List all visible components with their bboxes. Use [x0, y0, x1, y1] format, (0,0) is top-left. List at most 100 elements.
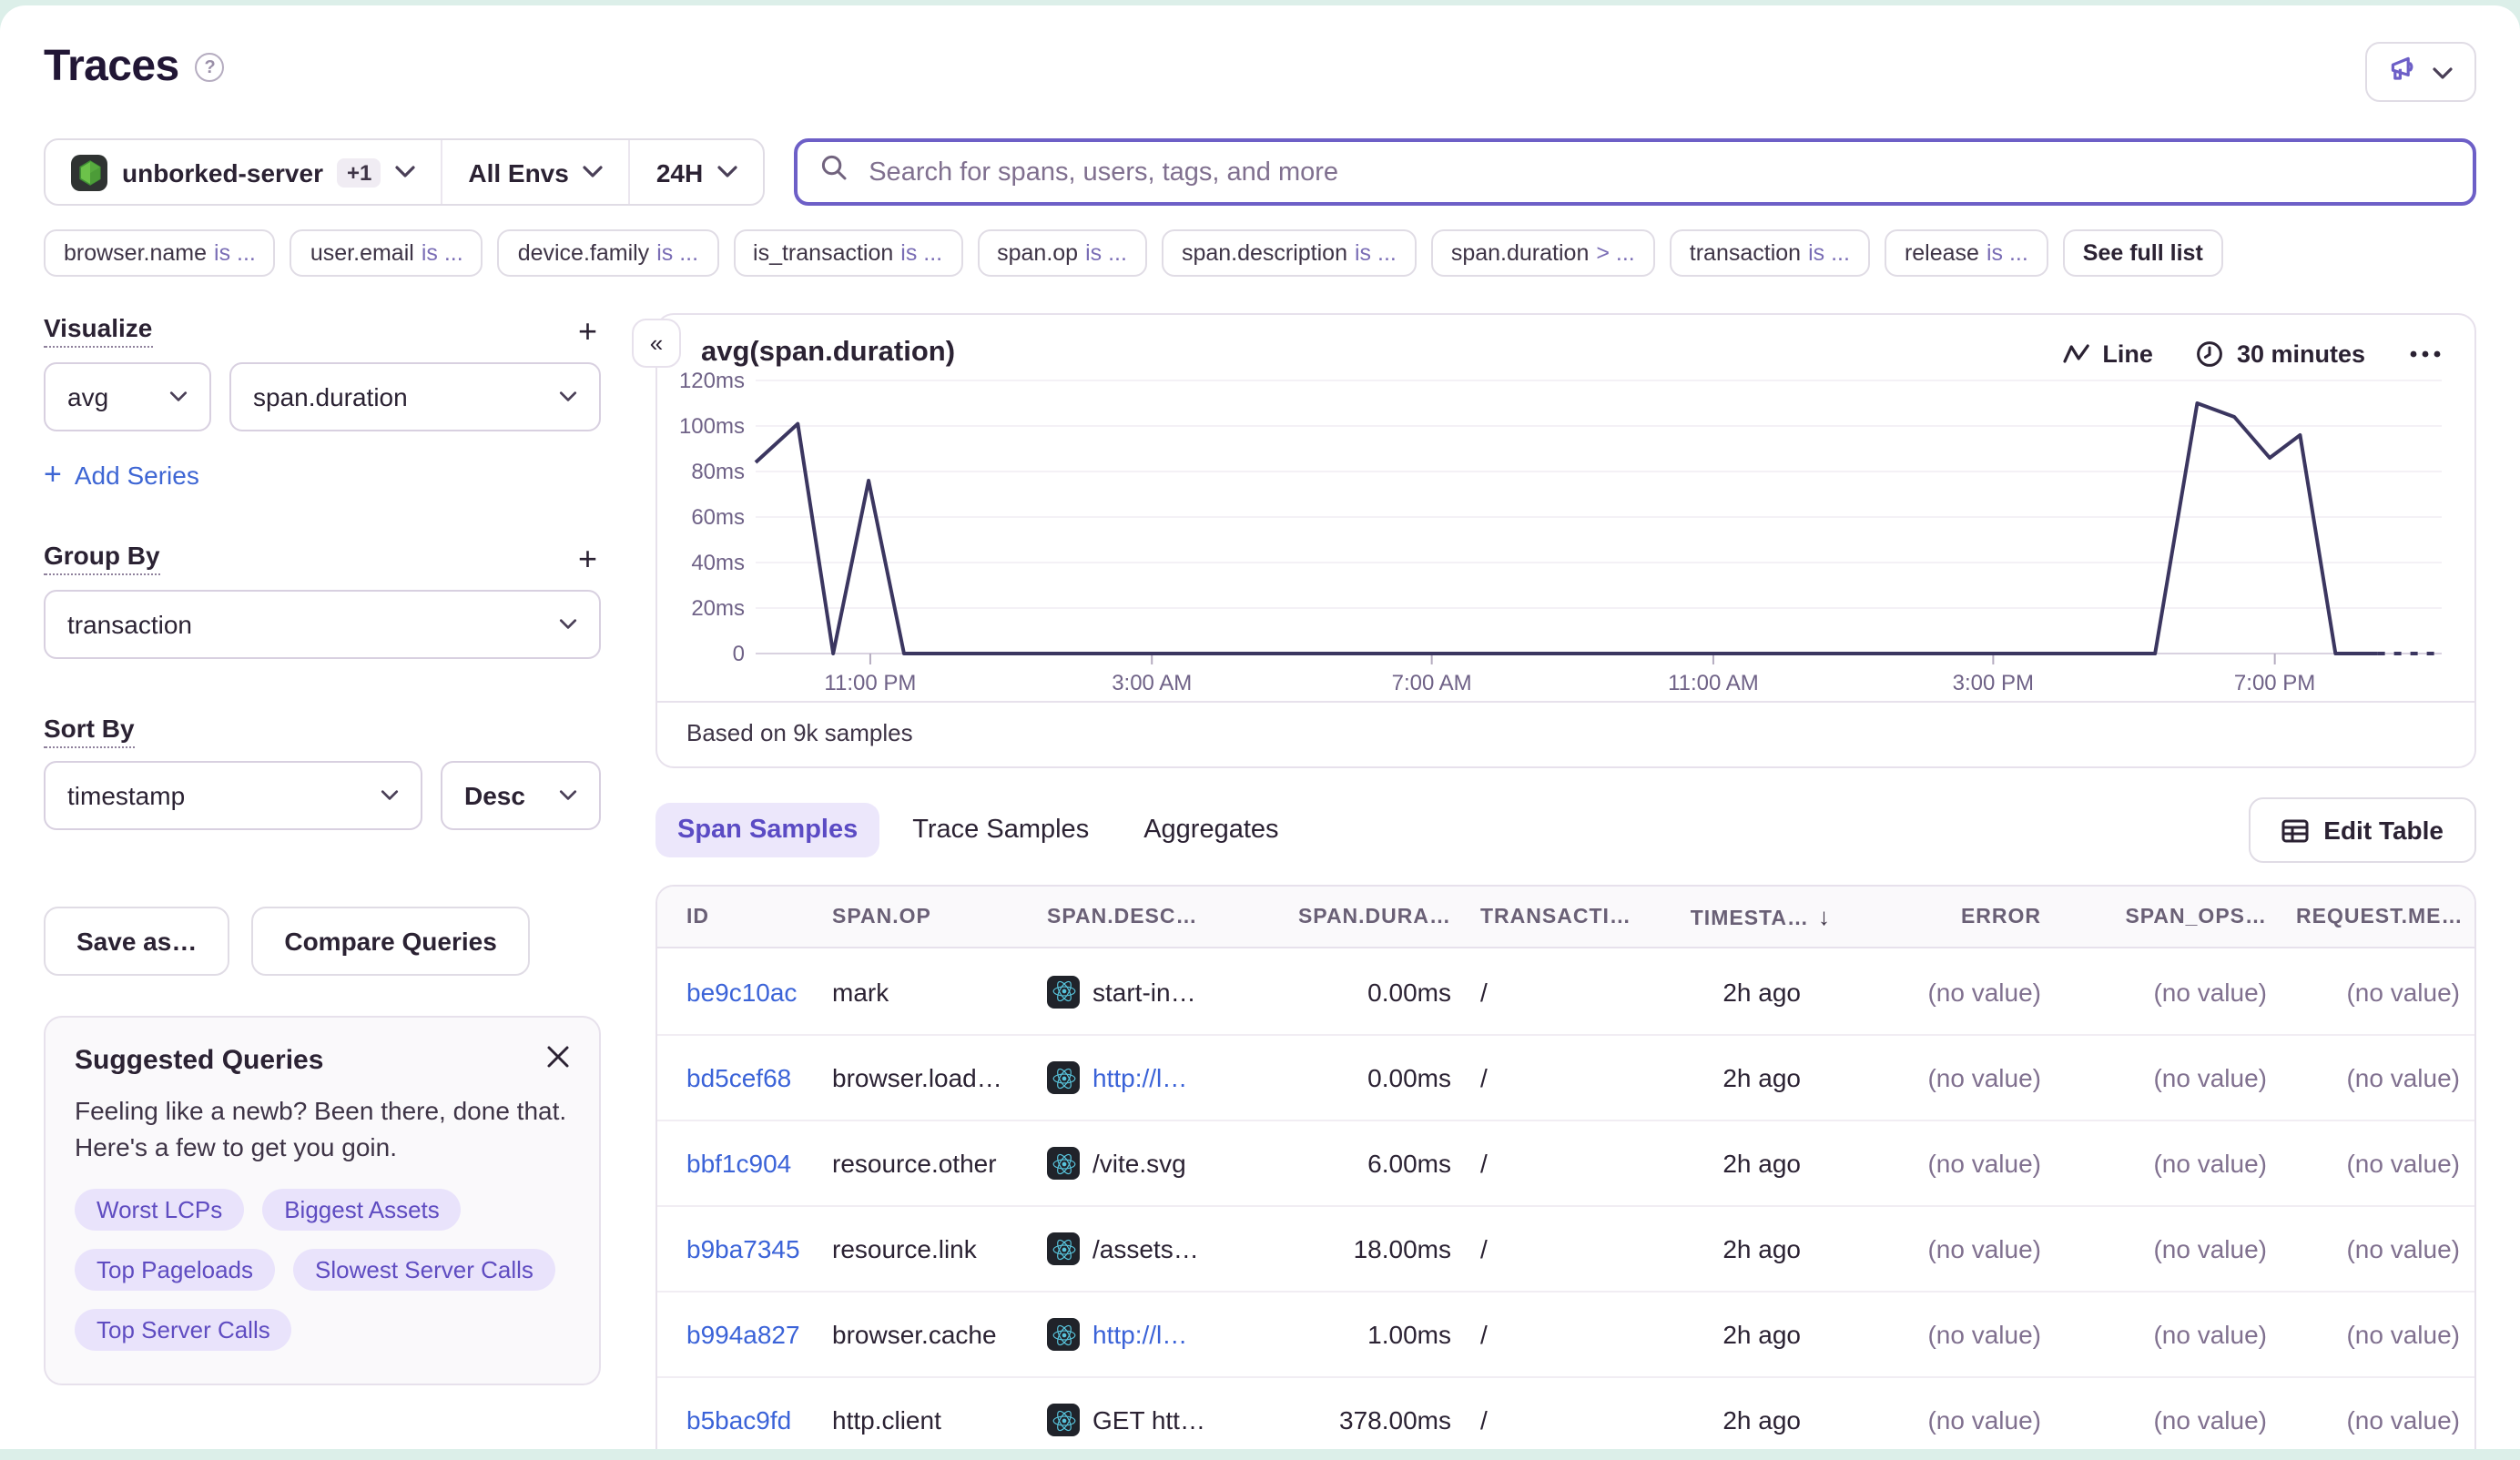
add-visualize-button[interactable]: + — [574, 314, 601, 347]
metric-select[interactable]: span.duration — [229, 362, 601, 431]
span-op-cell: resource.link — [832, 1234, 977, 1263]
help-icon[interactable]: ? — [195, 53, 225, 82]
request-method-cell: (no value) — [2346, 1320, 2460, 1349]
project-more-count: +1 — [337, 157, 381, 187]
x-axis-tick: 11:00 AM — [1668, 670, 1759, 695]
filter-chip-transaction[interactable]: transaction is ... — [1669, 229, 1870, 277]
span-description-cell[interactable]: http://l… — [1032, 1318, 1265, 1351]
span-description-cell: /vite.svg — [1032, 1147, 1265, 1180]
filter-chip-device.family[interactable]: device.family is ... — [497, 229, 719, 277]
table-body: be9c10ac mark start-in… 0.00ms / 2h ago (no va… — [657, 948, 2474, 1449]
column-header[interactable]: ERROR — [1844, 906, 2056, 928]
span-id-link[interactable]: bd5cef68 — [686, 1063, 791, 1092]
error-cell: (no value) — [1927, 1149, 2041, 1178]
see-full-list-button[interactable]: See full list — [2062, 229, 2223, 277]
span-duration-cell: 0.00ms — [1367, 977, 1451, 1006]
x-axis-tick: 3:00 PM — [1952, 670, 2035, 695]
filter-chip-user.email[interactable]: user.email is ... — [290, 229, 483, 277]
column-header[interactable]: SPAN.OP — [818, 906, 1032, 928]
table-row[interactable]: b994a827 browser.cache http://l… 1.00ms / 2h … — [657, 1291, 2474, 1376]
filter-chip-release[interactable]: release is ... — [1884, 229, 2048, 277]
column-header[interactable]: SPAN.DESC… — [1032, 906, 1265, 928]
edit-table-button[interactable]: Edit Table — [2249, 797, 2476, 863]
filter-chip-span.description[interactable]: span.description is ... — [1161, 229, 1417, 277]
chart-card: « avg(span.duration) Line 30 minutes 120… — [632, 313, 2476, 768]
chip-condition: > ... — [1596, 240, 1635, 266]
aggregate-select[interactable]: avg — [44, 362, 211, 431]
chevron-down-icon — [717, 166, 737, 177]
column-header[interactable]: TRANSACTI… — [1466, 906, 1641, 928]
project-selector[interactable]: unborked-server +1 — [46, 140, 441, 204]
sort-direction-select[interactable]: Desc — [441, 761, 601, 830]
chip-condition: is ... — [1355, 240, 1397, 266]
error-cell: (no value) — [1927, 1234, 2041, 1263]
environment-selector[interactable]: All Envs — [441, 140, 629, 204]
close-icon[interactable] — [546, 1045, 570, 1078]
x-axis-labels: 11:00 PM 3:00 AM 7:00 AM 11:00 AM 3:00 PM 7:0… — [756, 654, 2442, 701]
span-id-link[interactable]: be9c10ac — [686, 977, 797, 1006]
chevron-down-icon — [169, 391, 188, 401]
filter-chip-span.duration[interactable]: span.duration > ... — [1430, 229, 1655, 277]
results-tabs: Span Samples Trace Samples Aggregates — [655, 803, 1301, 857]
span-id-link[interactable]: b994a827 — [686, 1320, 800, 1349]
chip-field: span.description — [1181, 240, 1347, 266]
suggested-queries-body: Feeling like a newb? Been there, done th… — [75, 1096, 567, 1162]
table-row[interactable]: b5bac9fd http.client GET htt… 378.00ms / 2h a… — [657, 1376, 2474, 1449]
page-root: Traces ? unborked-server +1 All Envs 24H… — [0, 5, 2520, 1460]
save-as-button[interactable]: Save as… — [44, 907, 230, 976]
column-header[interactable]: REQUEST.ME… — [2281, 906, 2474, 928]
chart-more-menu[interactable] — [2409, 349, 2442, 358]
chart-type-toggle[interactable]: Line — [2062, 340, 2153, 367]
span-duration-cell: 0.00ms — [1367, 1063, 1451, 1092]
filter-chip-is_transaction[interactable]: is_transaction is ... — [733, 229, 963, 277]
table-row[interactable]: be9c10ac mark start-in… 0.00ms / 2h ago (no va… — [657, 948, 2474, 1034]
results-tabs-row: Span Samples Trace Samples Aggregates Edit… — [655, 797, 2476, 863]
tab-trace-samples[interactable]: Trace Samples — [890, 803, 1111, 857]
x-axis-tick: 7:00 PM — [2233, 670, 2316, 695]
span-description-cell[interactable]: http://l… — [1032, 1061, 1265, 1094]
compare-queries-button[interactable]: Compare Queries — [251, 907, 530, 976]
table-row[interactable]: bbf1c904 resource.other/vite.svg 6.00ms / 2h… — [657, 1120, 2474, 1205]
suggested-query-chip[interactable]: Top Server Calls — [75, 1308, 292, 1351]
chevron-down-icon — [395, 166, 415, 177]
span-ops-cell: (no value) — [2153, 1320, 2267, 1349]
collapse-sidebar-button[interactable]: « — [632, 319, 681, 368]
line-chart-plot[interactable]: 120ms 100ms 80ms 60ms 40ms 20ms 0 — [679, 368, 2442, 666]
column-header[interactable]: ID — [657, 906, 818, 928]
chart-interval-selector[interactable]: 30 minutes — [2197, 340, 2365, 367]
filter-chip-browser.name[interactable]: browser.name is ... — [44, 229, 276, 277]
chip-condition: is ... — [1986, 240, 2028, 266]
x-axis-tick: 7:00 AM — [1391, 670, 1472, 695]
suggested-query-chip[interactable]: Worst LCPs — [75, 1188, 245, 1231]
span-id-link[interactable]: b9ba7345 — [686, 1234, 800, 1263]
timestamp-cell: 2h ago — [1641, 1405, 1844, 1435]
sort-field-select[interactable]: timestamp — [44, 761, 422, 830]
filter-chip-span.op[interactable]: span.op is ... — [977, 229, 1147, 277]
suggested-queries-card: Suggested Queries Feeling like a newb? B… — [44, 1016, 601, 1385]
search-input[interactable] — [865, 156, 2451, 188]
span-id-link[interactable]: b5bac9fd — [686, 1405, 791, 1435]
add-group-by-button[interactable]: + — [574, 542, 601, 574]
column-header[interactable]: SPAN.DURA… — [1265, 906, 1466, 928]
chip-condition: is ... — [214, 240, 256, 266]
add-series-button[interactable]: + Add Series — [44, 457, 601, 493]
table-row[interactable]: b9ba7345 resource.link/assets… 18.00ms / 2h … — [657, 1205, 2474, 1291]
transaction-cell: / — [1480, 1063, 1488, 1092]
column-header[interactable]: TIMESTA… ↓ — [1641, 903, 1844, 930]
column-header[interactable]: SPAN_OPS… — [2056, 906, 2281, 928]
y-axis-tick: 120ms — [678, 368, 745, 393]
span-ops-cell: (no value) — [2153, 1405, 2267, 1435]
tab-span-samples[interactable]: Span Samples — [655, 803, 880, 857]
feedback-button[interactable] — [2365, 42, 2476, 102]
suggested-query-chip[interactable]: Top Pageloads — [75, 1248, 276, 1291]
group-by-select[interactable]: transaction — [44, 590, 601, 659]
tab-aggregates[interactable]: Aggregates — [1122, 803, 1300, 857]
chip-field: transaction — [1689, 240, 1802, 266]
table-row[interactable]: bd5cef68 browser.load… http://l… 0.00ms / 2h … — [657, 1034, 2474, 1120]
suggested-query-chip[interactable]: Biggest Assets — [262, 1188, 462, 1231]
chip-condition: is ... — [656, 240, 699, 266]
span-id-link[interactable]: bbf1c904 — [686, 1149, 791, 1178]
error-cell: (no value) — [1927, 1063, 2041, 1092]
suggested-query-chip[interactable]: Slowest Server Calls — [293, 1248, 555, 1291]
time-range-selector[interactable]: 24H — [628, 140, 763, 204]
